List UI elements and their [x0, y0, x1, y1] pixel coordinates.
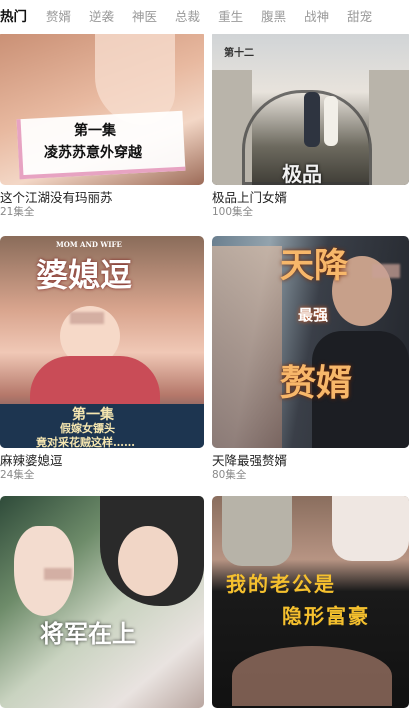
- drama-card[interactable]: 第一集 凌苏苏意外穿越 这个江湖没有玛丽苏 21集全: [0, 30, 204, 219]
- drama-title: 极品上门女婿: [212, 190, 288, 205]
- drama-card[interactable]: 将军在上: [0, 496, 204, 713]
- drama-poster[interactable]: 将军在上: [0, 496, 204, 708]
- drama-title: 这个江湖没有玛丽苏: [0, 190, 113, 205]
- episode-count: 100集全: [212, 206, 254, 218]
- tab-war-god[interactable]: 战神: [295, 0, 338, 34]
- tab-miracle-doctor[interactable]: 神医: [123, 0, 166, 34]
- drama-title: 天降最强赘婿: [212, 453, 288, 468]
- drama-poster[interactable]: 我的老公是 隐形富豪: [212, 496, 409, 708]
- drama-poster[interactable]: 第一集 凌苏苏意外穿越: [0, 30, 204, 185]
- episode-count: 80集全: [212, 469, 247, 481]
- category-tab-bar: 热门 赘婿 逆袭 神医 总裁 重生 腹黑 战神 甜宠: [0, 0, 409, 34]
- drama-title: 麻辣婆媳逗: [0, 453, 63, 468]
- drama-card[interactable]: 天降 最强 赘婿 天降最强赘婿 80集全: [212, 236, 409, 482]
- tab-hot[interactable]: 热门: [0, 0, 37, 34]
- drama-card[interactable]: 第十二 极品 极品上门女婿 100集全: [212, 30, 409, 219]
- episode-count: 21集全: [0, 206, 35, 218]
- tab-sweet-romance[interactable]: 甜宠: [338, 0, 381, 34]
- tab-scheming[interactable]: 腹黑: [252, 0, 295, 34]
- drama-poster[interactable]: MOM AND WIFE 婆媳逗 第一集 假嫁女镖头 竟对采花贼这样……: [0, 236, 204, 448]
- drama-poster[interactable]: 第十二 极品: [212, 30, 409, 185]
- tab-son-in-law[interactable]: 赘婿: [37, 0, 80, 34]
- tab-counterattack[interactable]: 逆袭: [80, 0, 123, 34]
- drama-poster[interactable]: 天降 最强 赘婿: [212, 236, 409, 448]
- episode-count: 24集全: [0, 469, 35, 481]
- tab-ceo[interactable]: 总裁: [166, 0, 209, 34]
- drama-card[interactable]: 我的老公是 隐形富豪: [212, 496, 409, 713]
- tab-rebirth[interactable]: 重生: [209, 0, 252, 34]
- drama-card[interactable]: MOM AND WIFE 婆媳逗 第一集 假嫁女镖头 竟对采花贼这样…… 麻辣婆…: [0, 236, 204, 482]
